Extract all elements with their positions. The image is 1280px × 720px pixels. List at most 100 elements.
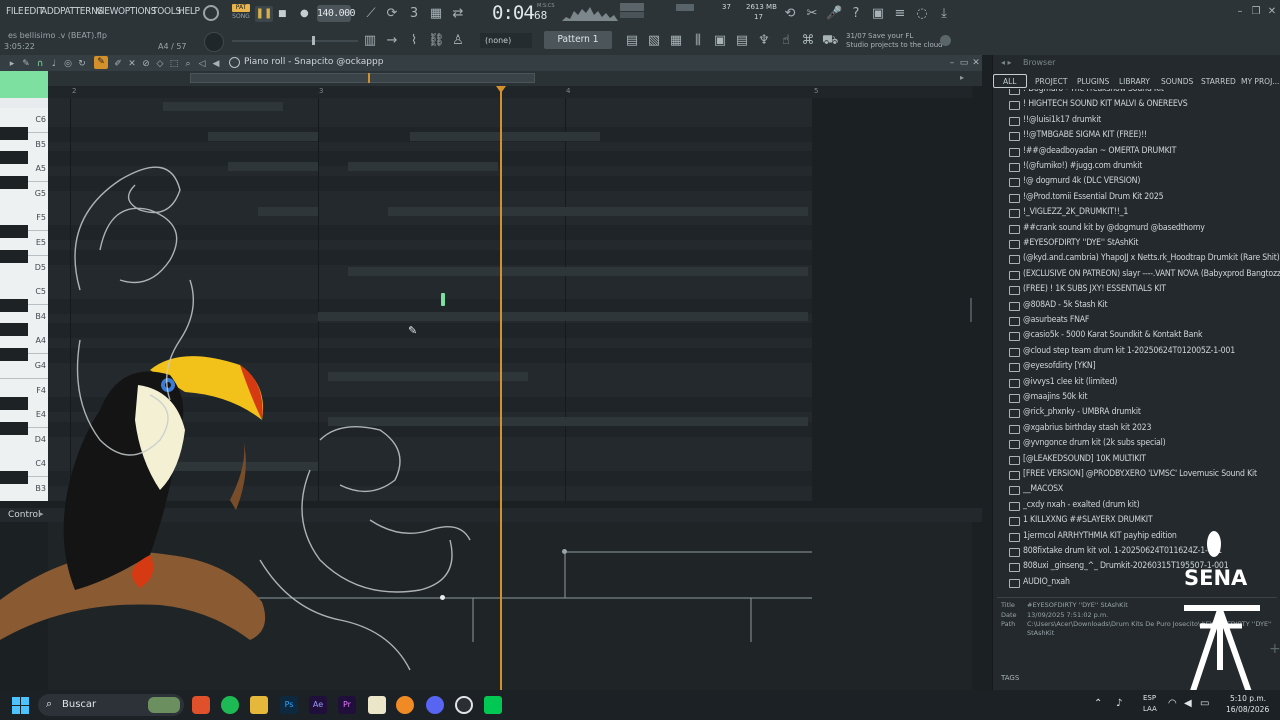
github-icon[interactable]: [455, 696, 473, 714]
magnet-icon[interactable]: ⌇: [406, 33, 422, 49]
save-icon[interactable]: ▣: [870, 6, 886, 22]
browser-folder-item[interactable]: @cloud step team drum kit 1-20250624T012…: [1009, 344, 1235, 359]
mixer-view-icon[interactable]: ⫼: [690, 33, 706, 49]
browser-folder-item[interactable]: !@Prod.tomii Essential Drum Kit 2025: [1009, 190, 1164, 205]
scroll-right-icon[interactable]: ▸: [960, 73, 970, 83]
browser-folder-item[interactable]: _cxdy nxah - exalted (drum kit): [1009, 498, 1140, 513]
link-icon[interactable]: ⛓: [428, 33, 445, 49]
chat-icon[interactable]: ◌: [914, 6, 930, 22]
pr-close-icon[interactable]: ✕: [968, 55, 984, 71]
browser-folder-item[interactable]: AUDIO_nxah: [1009, 575, 1070, 590]
browser-folder-item[interactable]: !(@fumiko!) #jugg.com drumkit: [1009, 159, 1142, 174]
menu-add[interactable]: ADD: [41, 6, 60, 17]
step-edit-icon[interactable]: ▦: [428, 6, 444, 22]
news-line1[interactable]: Save your FL: [868, 32, 913, 40]
browser-folder-item[interactable]: @rick_phxnky - UMBRA drumkit: [1009, 405, 1141, 420]
browser-folder-item[interactable]: __MACOSX: [1009, 482, 1063, 497]
news-icon[interactable]: [940, 35, 951, 46]
taskbar-search-box[interactable]: ⌕ Buscar: [38, 694, 184, 716]
menu-help[interactable]: HELP: [178, 6, 200, 17]
pitch-slider-handle[interactable]: [312, 36, 315, 45]
browser-folder-item[interactable]: (@kyd.and.cambria) YhapoJJ x Netts.rk_Ho…: [1009, 251, 1280, 266]
loop-record-icon[interactable]: ⟳: [384, 6, 400, 22]
browser-folder-item[interactable]: ! HIGHTECH SOUND KIT MALVI & ONEREEVS: [1009, 97, 1188, 112]
piano-black-key[interactable]: [0, 151, 28, 165]
tab-project[interactable]: PROJECT: [1035, 77, 1067, 86]
tab-my-projects[interactable]: MY PROJ...: [1241, 77, 1279, 86]
volume-icon[interactable]: ◀: [1184, 698, 1192, 709]
tempo-display[interactable]: 140.000: [317, 5, 356, 22]
pick-icon[interactable]: ⌘: [800, 33, 816, 49]
piano-black-key[interactable]: [0, 298, 28, 312]
pat-mode-toggle[interactable]: PAT: [232, 4, 250, 12]
folder-icon[interactable]: ▤: [734, 33, 750, 49]
menu-view[interactable]: VIEW: [96, 6, 118, 17]
cart-icon[interactable]: ⛟: [822, 33, 838, 49]
snap-corner[interactable]: [0, 71, 48, 98]
discord-icon[interactable]: [426, 696, 444, 714]
browser-folder-item[interactable]: @xgabrius birthday stash kit 2023: [1009, 421, 1151, 436]
spotify-icon[interactable]: [221, 696, 239, 714]
browser-folder-item[interactable]: @casio5k - 5000 Karat Soundkit & Kontakt…: [1009, 328, 1203, 343]
notes-icon[interactable]: [368, 696, 386, 714]
browser-folder-item[interactable]: ##crank sound kit by @dogmurd @basedthom…: [1009, 221, 1205, 236]
browser-nav-icon[interactable]: ◂ ▸: [1001, 58, 1012, 67]
mic-icon[interactable]: 🎤: [826, 6, 842, 22]
browser-folder-item[interactable]: @maajins 50k kit: [1009, 390, 1088, 405]
add-tag-icon[interactable]: +: [1269, 641, 1280, 657]
record-button[interactable]: ●: [300, 6, 312, 22]
speaker-icon[interactable]: ◀: [208, 56, 224, 72]
snap-select[interactable]: (none): [480, 33, 532, 48]
stamp-icon[interactable]: ♙: [450, 33, 466, 49]
capcut-icon[interactable]: [484, 696, 502, 714]
tray-chevron-icon[interactable]: ⌃: [1094, 698, 1102, 709]
piano-black-key[interactable]: [0, 126, 28, 140]
master-knob-icon[interactable]: [203, 5, 219, 21]
touch-icon[interactable]: ☝: [778, 33, 794, 49]
browser-folder-item[interactable]: !##@deadboyadan ~ OMERTA DRUMKIT: [1009, 144, 1176, 159]
mixer-icon[interactable]: ≡: [892, 6, 908, 22]
browser-folder-item[interactable]: [FREE VERSION] @PRODBY.XERO 'LVMSC' Love…: [1009, 467, 1257, 482]
restore-icon[interactable]: ❐: [1248, 4, 1264, 20]
browser-folder-item[interactable]: @asurbeats FNAF: [1009, 313, 1089, 328]
piano-black-key[interactable]: [0, 175, 28, 189]
plugin-target-icon[interactable]: [229, 57, 240, 68]
browser-folder-item[interactable]: !!@luisi1k17 drumkit: [1009, 113, 1101, 128]
file-explorer-icon[interactable]: [250, 696, 268, 714]
stop-button[interactable]: ■: [278, 6, 290, 22]
download-icon[interactable]: ⤓: [936, 6, 952, 22]
browser-folder-item[interactable]: !@ dogmurd 4k (DLC VERSION): [1009, 174, 1140, 189]
tab-plugins[interactable]: PLUGINS: [1077, 77, 1109, 86]
tab-all[interactable]: ALL: [1003, 77, 1017, 86]
browser-folder-item[interactable]: #EYESOFDIRTY ''DYE'' StAshKit: [1009, 236, 1138, 251]
main-volume-knob[interactable]: [204, 32, 224, 52]
premiere-icon[interactable]: Pr: [338, 696, 356, 714]
mic-tray-icon[interactable]: ♪: [1116, 698, 1122, 709]
browser-folder-item[interactable]: !_VIGLEZZ_2K_DRUMKIT!!_1: [1009, 205, 1128, 220]
song-mode-toggle[interactable]: SONG: [232, 13, 250, 21]
clock-date[interactable]: 16/08/2026: [1226, 705, 1269, 714]
browser-folder-item[interactable]: @808AD - 5k Stash Kit: [1009, 298, 1108, 313]
piano-black-key[interactable]: [0, 323, 28, 337]
photoshop-icon[interactable]: Ps: [280, 696, 298, 714]
arrow-icon[interactable]: →: [384, 33, 400, 49]
menu-file[interactable]: FILE: [6, 6, 24, 17]
browser-folder-item[interactable]: [@LEAKEDSOUND] 10K MULTIKIT: [1009, 452, 1146, 467]
browser-folder-item[interactable]: (EXCLUSIVE ON PATREON) slayr ----.VANT N…: [1009, 267, 1280, 282]
playlist-icon[interactable]: ▤: [624, 33, 640, 49]
browser-folder-item[interactable]: @ivvys1 clee kit (limited): [1009, 375, 1117, 390]
channel-rack-icon[interactable]: ▦: [668, 33, 684, 49]
main-pitch-slider[interactable]: [232, 40, 358, 42]
metronome-icon[interactable]: ⟋: [363, 6, 379, 22]
vertical-scroll-thumb[interactable]: [970, 298, 972, 322]
countdown-icon[interactable]: 3: [406, 6, 422, 22]
lang-region[interactable]: LAA: [1143, 705, 1157, 713]
fl-studio-icon[interactable]: [396, 696, 414, 714]
velocity-point[interactable]: [562, 549, 567, 554]
browser-folder-item[interactable]: !!@TMBGABE SIGMA KIT (FREE)!!: [1009, 128, 1147, 143]
loop-icon[interactable]: ↻: [74, 56, 90, 72]
undo-icon[interactable]: ⟲: [782, 6, 798, 22]
menu-tools[interactable]: TOOLS: [152, 6, 181, 17]
browser-folder-item[interactable]: 1jermcol ARRHYTHMIA KIT payhip edition: [1009, 529, 1177, 544]
blend-notes-icon[interactable]: ⇄: [450, 6, 466, 22]
